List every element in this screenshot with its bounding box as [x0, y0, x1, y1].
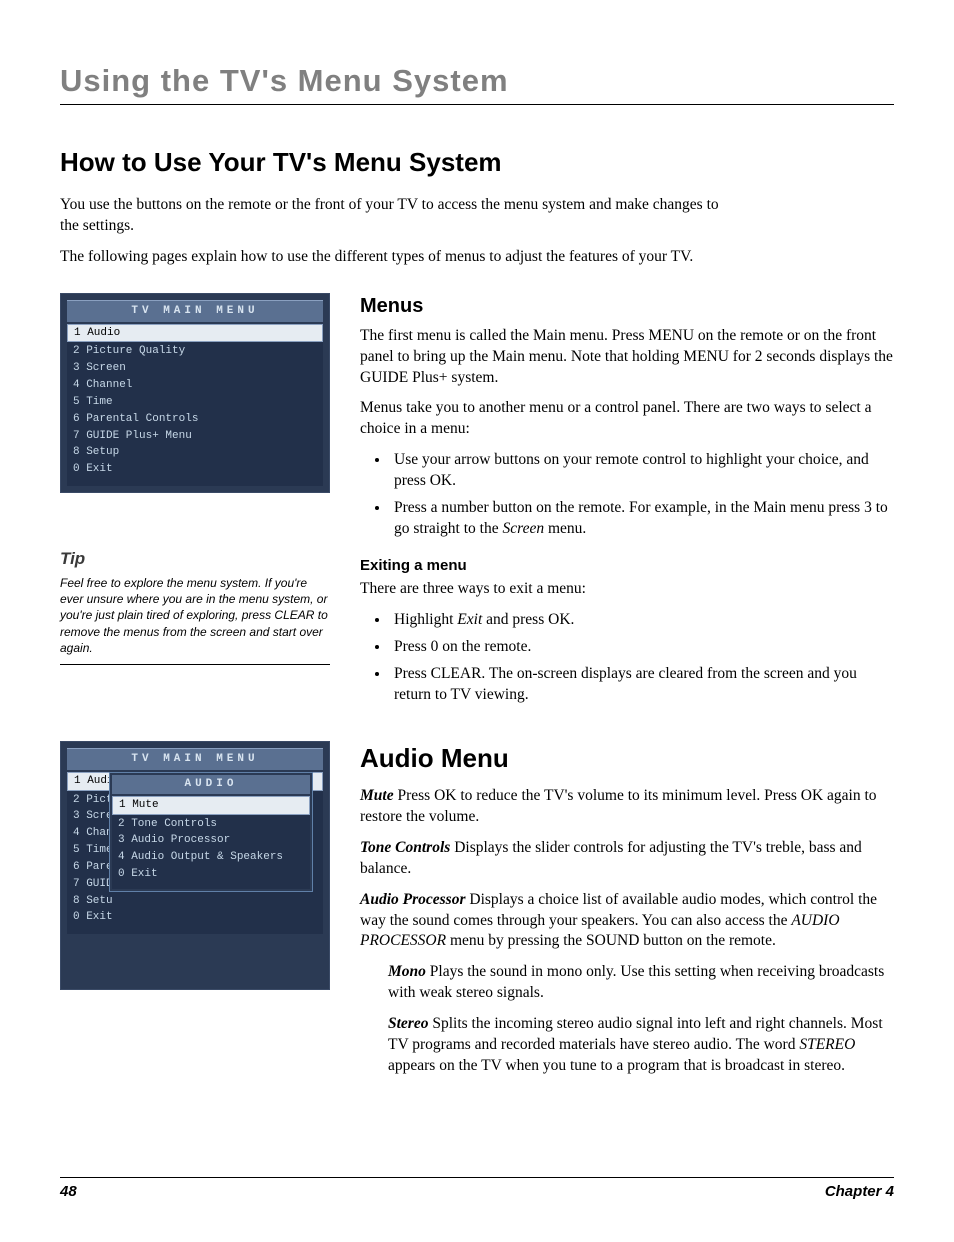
mute-definition: Mute Press OK to reduce the TV's volume …: [360, 786, 894, 828]
exit-bullet-1: Highlight Exit and press OK.: [390, 610, 894, 631]
tip-text: Feel free to explore the menu system. If…: [60, 575, 330, 665]
exiting-paragraph: There are three ways to exit a menu:: [360, 579, 894, 600]
tv-submenu-item: 3 Audio Processor: [112, 832, 310, 849]
mono-definition: Mono Plays the sound in mono only. Use t…: [388, 962, 894, 1004]
menus-bullet-2: Press a number button on the remote. For…: [390, 498, 894, 540]
tv-main-menu-title: TV MAIN MENU: [67, 300, 323, 322]
tv-submenu-item: 0 Exit: [112, 866, 310, 883]
tone-controls-definition: Tone Controls Displays the slider contro…: [360, 838, 894, 880]
page-number: 48: [60, 1182, 77, 1202]
exit-bullet-2: Press 0 on the remote.: [390, 637, 894, 658]
tv-submenu-item: 4 Audio Output & Speakers: [112, 849, 310, 866]
tv-menu-item: 8 Setup: [67, 444, 323, 461]
page-title: How to Use Your TV's Menu System: [60, 145, 894, 180]
tv-main-menu-screenshot: TV MAIN MENU 1 Audio 2 Picture Quality 3…: [60, 293, 330, 493]
tv-submenu-item: 2 Tone Controls: [112, 816, 310, 833]
tv-menu-item: 1 Audio: [67, 324, 323, 343]
chapter-label: Chapter 4: [825, 1182, 894, 1202]
menus-paragraph-1: The first menu is called the Main menu. …: [360, 326, 894, 389]
audio-menu-heading: Audio Menu: [360, 741, 894, 776]
exiting-heading: Exiting a menu: [360, 556, 894, 576]
tv-menu-item: 2 Picture Quality: [67, 343, 323, 360]
stereo-definition: Stereo Splits the incoming stereo audio …: [388, 1014, 894, 1077]
tv-menu-item: 8 Setu: [67, 893, 323, 910]
menus-heading: Menus: [360, 293, 894, 320]
tv-menu-item: 0 Exit: [67, 461, 323, 478]
tv-audio-submenu-title: AUDIO: [112, 775, 310, 794]
tv-submenu-item: 1 Mute: [112, 796, 310, 815]
tip-label: Tip: [60, 548, 330, 571]
exit-bullet-3: Press CLEAR. The on-screen displays are …: [390, 664, 894, 706]
tv-menu-item: 6 Parental Controls: [67, 411, 323, 428]
tv-menu-item: 5 Time: [67, 394, 323, 411]
menus-paragraph-2: Menus take you to another menu or a cont…: [360, 398, 894, 440]
tv-menu-item: 3 Screen: [67, 360, 323, 377]
tv-menu-item: 0 Exit: [67, 909, 323, 926]
chapter-header: Using the TV's Menu System: [60, 60, 894, 105]
tv-menu-item: 4 Channel: [67, 377, 323, 394]
tv-menu-item: 7 GUIDE Plus+ Menu: [67, 428, 323, 445]
intro-paragraph-2: The following pages explain how to use t…: [60, 247, 740, 268]
tv-audio-submenu: AUDIO 1 Mute 2 Tone Controls 3 Audio Pro…: [109, 772, 313, 892]
tv-audio-menu-screenshot: TV MAIN MENU 1 Audio 2 Pict 3 Scre 4 Cha…: [60, 741, 330, 990]
tv-main-menu-title: TV MAIN MENU: [67, 748, 323, 770]
intro-paragraph-1: You use the buttons on the remote or the…: [60, 195, 740, 237]
audio-processor-definition: Audio Processor Displays a choice list o…: [360, 890, 894, 953]
menus-bullet-1: Use your arrow buttons on your remote co…: [390, 450, 894, 492]
